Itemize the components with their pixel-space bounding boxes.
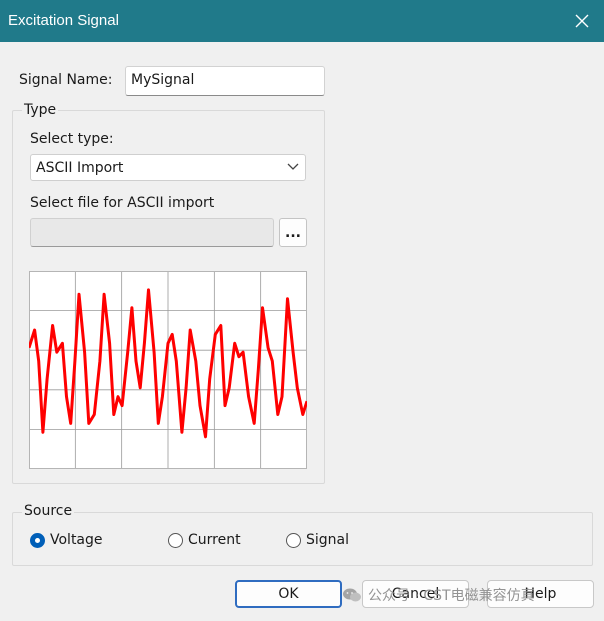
type-select[interactable]: ASCII Import bbox=[30, 154, 306, 181]
radio-signal-label: Signal bbox=[306, 532, 350, 548]
ok-button[interactable]: OK bbox=[235, 580, 342, 608]
type-group-legend: Type bbox=[22, 102, 59, 118]
radio-voltage[interactable]: Voltage bbox=[30, 532, 103, 548]
radio-current[interactable]: Current bbox=[168, 532, 241, 548]
signal-name-value: MySignal bbox=[131, 72, 195, 88]
signal-preview-chart bbox=[29, 271, 307, 469]
signal-name-field[interactable]: MySignal bbox=[125, 66, 325, 96]
select-type-label: Select type: bbox=[30, 131, 114, 147]
radio-current-indicator bbox=[168, 532, 183, 548]
radio-signal[interactable]: Signal bbox=[286, 532, 349, 548]
radio-current-label: Current bbox=[188, 532, 241, 548]
watermark-text: 公众号 · CST电磁兼容仿真 bbox=[368, 588, 535, 604]
browse-button-label: ... bbox=[285, 224, 301, 241]
window-title: Excitation Signal bbox=[8, 12, 119, 29]
ok-button-label: OK bbox=[278, 586, 299, 602]
type-select-value: ASCII Import bbox=[36, 160, 124, 176]
browse-button[interactable]: ... bbox=[279, 218, 307, 247]
signal-name-label: Signal Name: bbox=[19, 72, 113, 88]
ascii-file-field[interactable] bbox=[30, 218, 274, 247]
radio-voltage-label: Voltage bbox=[50, 532, 103, 548]
title-bar: Excitation Signal bbox=[0, 0, 604, 42]
source-group-legend: Source bbox=[22, 503, 75, 519]
close-icon bbox=[575, 14, 589, 28]
radio-voltage-indicator bbox=[30, 532, 45, 548]
wechat-icon bbox=[343, 588, 361, 602]
file-label: Select file for ASCII import bbox=[30, 195, 215, 211]
watermark: 公众号 · CST电磁兼容仿真 bbox=[342, 585, 535, 605]
chevron-down-icon bbox=[287, 163, 299, 170]
plot-grid bbox=[29, 271, 307, 469]
close-button[interactable] bbox=[560, 0, 604, 42]
radio-signal-indicator bbox=[286, 532, 301, 548]
